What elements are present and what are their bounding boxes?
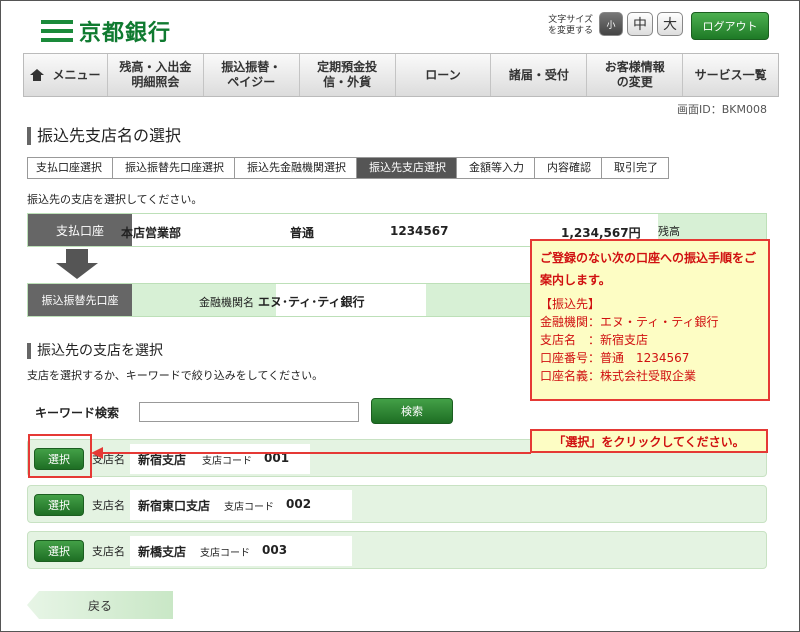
nav-label: お客様情報の変更 <box>604 60 665 89</box>
nav-transfer[interactable]: 振込振替・ペイジー <box>204 54 300 96</box>
branch-row: 選択 支店名 新宿東口支店 支店コード 002 <box>27 485 767 523</box>
nav-services[interactable]: サービス一覧 <box>683 54 778 96</box>
section-title: 振込先の支店を選択 <box>27 343 163 359</box>
step-item-active: 振込先支店選択 <box>357 158 457 178</box>
institution-name: エヌ･ティ･ティ銀行 <box>258 295 365 309</box>
nav-label: 残高・入出金明細照会 <box>119 60 192 89</box>
nav-notifications[interactable]: 諸届・受付 <box>491 54 588 96</box>
payment-account-type: 普通 <box>290 226 315 240</box>
callout-pointer-line <box>101 452 531 454</box>
payment-account-label: 支払口座 <box>28 214 132 246</box>
logout-button[interactable]: ログアウト <box>691 12 769 40</box>
guide-note-body: 【振込先】 金融機関：エヌ・ティ・ティ銀行 支店名 ：新宿支店 口座番号：普通 … <box>540 295 760 385</box>
institution-label: 金融機関名 <box>199 296 254 309</box>
nav-deposits[interactable]: 定期預金投信・外貨 <box>300 54 396 96</box>
main-nav: メニュー 残高・入出金明細照会 振込振替・ペイジー 定期預金投信・外貨 ローン … <box>23 53 779 97</box>
section-description: 支店を選択するか、キーワードで絞り込みをしてください。 <box>27 369 324 382</box>
step-item: 振込振替先口座選択 <box>113 158 235 178</box>
branch-code-label: 支店コード <box>224 502 274 513</box>
nav-loan[interactable]: ローン <box>396 54 492 96</box>
nav-label: ローン <box>425 67 461 82</box>
instruction-text: 振込先の支店を選択してください。 <box>27 193 203 206</box>
branch-name: 新宿東口支店 <box>138 499 211 513</box>
step-item: 取引完了 <box>602 158 668 178</box>
font-size-medium-button[interactable]: 中 <box>627 12 653 36</box>
guide-note: ご登録のない次の口座への振込手順をご案内します。 【振込先】 金融機関：エヌ・テ… <box>530 239 770 401</box>
arrow-left-icon <box>91 447 103 459</box>
back-button[interactable]: 戻る <box>27 591 173 619</box>
select-button[interactable]: 選択 <box>34 540 84 562</box>
branch-code-label: 支店コード <box>200 548 250 559</box>
guide-note-heading: ご登録のない次の口座への振込手順をご案内します。 <box>540 251 757 287</box>
font-size-small-button[interactable]: 小 <box>599 12 623 36</box>
branch-name-label: 支店名 <box>92 499 125 512</box>
nav-balance-inquiry[interactable]: 残高・入出金明細照会 <box>108 54 204 96</box>
bank-logo-icon <box>41 20 73 42</box>
bank-logo: 京都銀行 <box>41 15 171 47</box>
step-item: 金額等入力 <box>457 158 535 178</box>
select-button[interactable]: 選択 <box>34 494 84 516</box>
branch-code: 002 <box>286 497 312 511</box>
destination-account-label: 振込振替先口座 <box>28 284 132 316</box>
nav-label: 振込振替・ペイジー <box>221 60 282 89</box>
step-item: 内容確認 <box>535 158 602 178</box>
payment-balance-label: 残高 <box>658 225 680 238</box>
click-callout: 「選択」をクリックしてください。 <box>530 429 768 453</box>
branch-code: 003 <box>262 543 288 557</box>
payment-account-number: 1234567 <box>390 224 449 238</box>
nav-label: 諸届・受付 <box>508 67 569 82</box>
step-item: 振込先金融機関選択 <box>235 158 357 178</box>
guide-note-line: 支店名 ：新宿支店 <box>540 333 649 347</box>
select-highlight-box <box>28 434 92 478</box>
branch-row: 選択 支店名 新橋支店 支店コード 003 <box>27 531 767 569</box>
home-icon <box>30 69 45 81</box>
search-button[interactable]: 検索 <box>371 398 453 424</box>
guide-note-line: 金融機関：エヌ・ティ・ティ銀行 <box>540 315 719 329</box>
branch-code-label: 支店コード <box>202 456 252 467</box>
font-size-large-button[interactable]: 大 <box>657 12 683 36</box>
font-size-label: 文字サイズを変更する <box>547 15 593 36</box>
keyword-input[interactable] <box>139 402 359 422</box>
progress-steps: 支払口座選択 振込振替先口座選択 振込先金融機関選択 振込先支店選択 金額等入力… <box>27 157 669 179</box>
guide-note-line: 【振込先】 <box>540 297 601 311</box>
nav-customer-info[interactable]: お客様情報の変更 <box>587 54 684 96</box>
bank-name: 京都銀行 <box>79 21 172 46</box>
nav-label: サービス一覧 <box>694 67 767 82</box>
branch-name-label: 支店名 <box>92 545 125 558</box>
guide-note-line: 口座番号：普通 1234567 <box>540 351 690 365</box>
payment-branch: 本店営業部 <box>121 226 182 240</box>
nav-menu-label: メニュー <box>52 67 101 82</box>
step-item: 支払口座選択 <box>28 158 113 178</box>
nav-label: 定期預金投信・外貨 <box>317 60 378 89</box>
screen-id: 画面ID：BKM008 <box>677 103 767 116</box>
branch-name: 新橋支店 <box>138 545 187 559</box>
browser-frame: 京都銀行 文字サイズを変更する 小 中 大 ログアウト メニュー 残高・入出金明… <box>0 0 800 632</box>
nav-menu[interactable]: メニュー <box>24 54 108 96</box>
guide-note-line: 口座名義：株式会社受取企業 <box>540 369 697 383</box>
page-title: 振込先支店名の選択 <box>27 127 181 145</box>
keyword-label: キーワード検索 <box>35 406 120 420</box>
arrow-down-icon <box>56 249 98 279</box>
